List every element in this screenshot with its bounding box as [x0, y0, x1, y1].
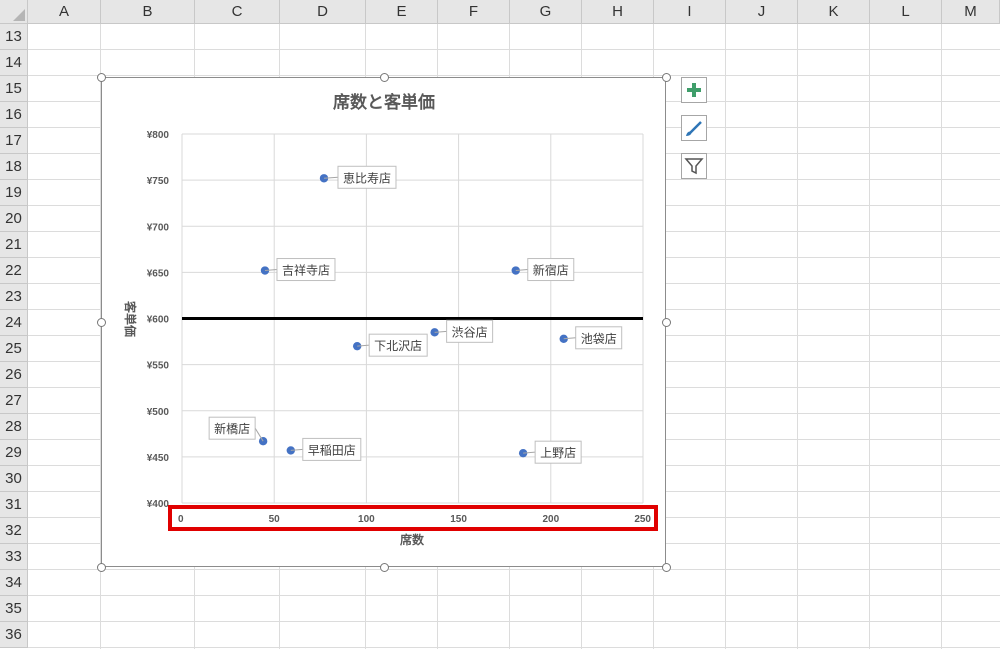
resize-handle[interactable] — [662, 563, 671, 572]
row-header-13[interactable]: 13 — [0, 24, 28, 50]
row-header-36[interactable]: 36 — [0, 622, 28, 648]
data-label: 下北沢店 — [374, 339, 422, 353]
data-label: 新橋店 — [214, 421, 250, 436]
row-gridline — [28, 49, 1000, 50]
chart-elements-button[interactable] — [681, 77, 707, 103]
resize-handle[interactable] — [662, 73, 671, 82]
row-header-24[interactable]: 24 — [0, 310, 28, 336]
chart-styles-button[interactable] — [681, 115, 707, 141]
y-axis-title: 客単価 — [123, 300, 138, 337]
row-header-28[interactable]: 28 — [0, 414, 28, 440]
label-leader-line — [254, 427, 264, 442]
data-label: 早稲田店 — [308, 443, 356, 457]
row-header-34[interactable]: 34 — [0, 570, 28, 596]
x-tick-label: 100 — [358, 514, 375, 525]
column-gridline — [941, 24, 942, 649]
x-tick-label: 150 — [450, 514, 467, 525]
y-tick-label: ¥550 — [147, 361, 170, 372]
resize-handle[interactable] — [97, 73, 106, 82]
row-gridline — [28, 569, 1000, 570]
x-axis-title: 席数 — [400, 532, 425, 547]
row-header-32[interactable]: 32 — [0, 518, 28, 544]
plus-icon — [687, 83, 701, 97]
row-header-16[interactable]: 16 — [0, 102, 28, 128]
x-tick-label: 0 — [178, 514, 184, 525]
x-tick-label: 200 — [542, 514, 559, 525]
row-header-29[interactable]: 29 — [0, 440, 28, 466]
y-tick-label: ¥450 — [147, 453, 170, 464]
y-tick-label: ¥800 — [147, 130, 170, 141]
column-header-E[interactable]: E — [366, 0, 438, 24]
column-header-I[interactable]: I — [654, 0, 726, 24]
row-header-20[interactable]: 20 — [0, 206, 28, 232]
chart-svg: 恵比寿店吉祥寺店 新宿店渋谷店池袋店下北沢店新橋店早稲田店 上野店 席数と客単価 ¥… — [123, 92, 658, 547]
y-tick-labels: ¥400 ¥450 ¥500 ¥550 ¥600 ¥650 ¥700 ¥750 ¥800 — [147, 130, 170, 510]
row-gridline — [28, 75, 1000, 76]
column-gridline — [869, 24, 870, 649]
row-header-30[interactable]: 30 — [0, 466, 28, 492]
column-gridline — [797, 24, 798, 649]
chart-filters-button[interactable] — [681, 153, 707, 179]
resize-handle[interactable] — [97, 563, 106, 572]
column-header-C[interactable]: C — [195, 0, 280, 24]
row-gridline — [28, 621, 1000, 622]
x-tick-label: 50 — [269, 514, 281, 525]
column-header-J[interactable]: J — [726, 0, 798, 24]
row-header-25[interactable]: 25 — [0, 336, 28, 362]
y-tick-label: ¥650 — [147, 268, 170, 279]
column-header-M[interactable]: M — [942, 0, 1000, 24]
row-header-26[interactable]: 26 — [0, 362, 28, 388]
data-label: 恵比寿店 — [343, 171, 391, 185]
brush-icon — [686, 121, 702, 136]
y-tick-label: ¥400 — [147, 499, 170, 510]
y-tick-label: ¥750 — [147, 176, 170, 187]
x-tick-labels: 0 50 100 150 200 250 — [178, 514, 651, 525]
column-header-K[interactable]: K — [798, 0, 870, 24]
data-label: 池袋店 — [581, 332, 617, 346]
row-header-33[interactable]: 33 — [0, 544, 28, 570]
data-points — [258, 174, 568, 458]
column-header-F[interactable]: F — [438, 0, 510, 24]
row-gridline — [28, 595, 1000, 596]
row-gridline — [28, 647, 1000, 648]
data-label: 新宿店 — [533, 263, 569, 278]
y-tick-label: ¥600 — [147, 315, 170, 326]
column-header-A[interactable]: A — [28, 0, 101, 24]
select-all-corner[interactable] — [0, 0, 28, 24]
x-axis-highlight-box — [168, 505, 658, 531]
resize-handle[interactable] — [97, 318, 106, 327]
column-header-D[interactable]: D — [280, 0, 366, 24]
row-header-35[interactable]: 35 — [0, 596, 28, 622]
chart-title: 席数と客単価 — [333, 92, 435, 112]
column-header-B[interactable]: B — [101, 0, 195, 24]
funnel-icon — [684, 158, 704, 175]
row-header-22[interactable]: 22 — [0, 258, 28, 284]
row-header-18[interactable]: 18 — [0, 154, 28, 180]
data-label: 吉祥寺店 — [282, 264, 330, 278]
data-labels: 恵比寿店吉祥寺店 新宿店渋谷店池袋店下北沢店新橋店早稲田店 上野店 — [208, 165, 623, 464]
data-label: 渋谷店 — [452, 325, 488, 339]
resize-handle[interactable] — [662, 318, 671, 327]
column-header-L[interactable]: L — [870, 0, 942, 24]
column-gridline — [725, 24, 726, 649]
y-tick-label: ¥500 — [147, 407, 170, 418]
column-header-G[interactable]: G — [510, 0, 582, 24]
scatter-chart[interactable]: 恵比寿店吉祥寺店 新宿店渋谷店池袋店下北沢店新橋店早稲田店 上野店 席数と客単価 ¥… — [101, 77, 666, 567]
row-header-23[interactable]: 23 — [0, 284, 28, 310]
row-header-21[interactable]: 21 — [0, 232, 28, 258]
row-header-17[interactable]: 17 — [0, 128, 28, 154]
row-header-14[interactable]: 14 — [0, 50, 28, 76]
row-header-15[interactable]: 15 — [0, 76, 28, 102]
data-label: 上野店 — [540, 446, 576, 460]
resize-handle[interactable] — [379, 73, 389, 82]
row-header-31[interactable]: 31 — [0, 492, 28, 518]
y-tick-label: ¥700 — [147, 222, 170, 233]
resize-handle[interactable] — [379, 563, 389, 572]
column-header-H[interactable]: H — [582, 0, 654, 24]
x-tick-label: 250 — [634, 514, 651, 525]
row-header-19[interactable]: 19 — [0, 180, 28, 206]
row-header-27[interactable]: 27 — [0, 388, 28, 414]
